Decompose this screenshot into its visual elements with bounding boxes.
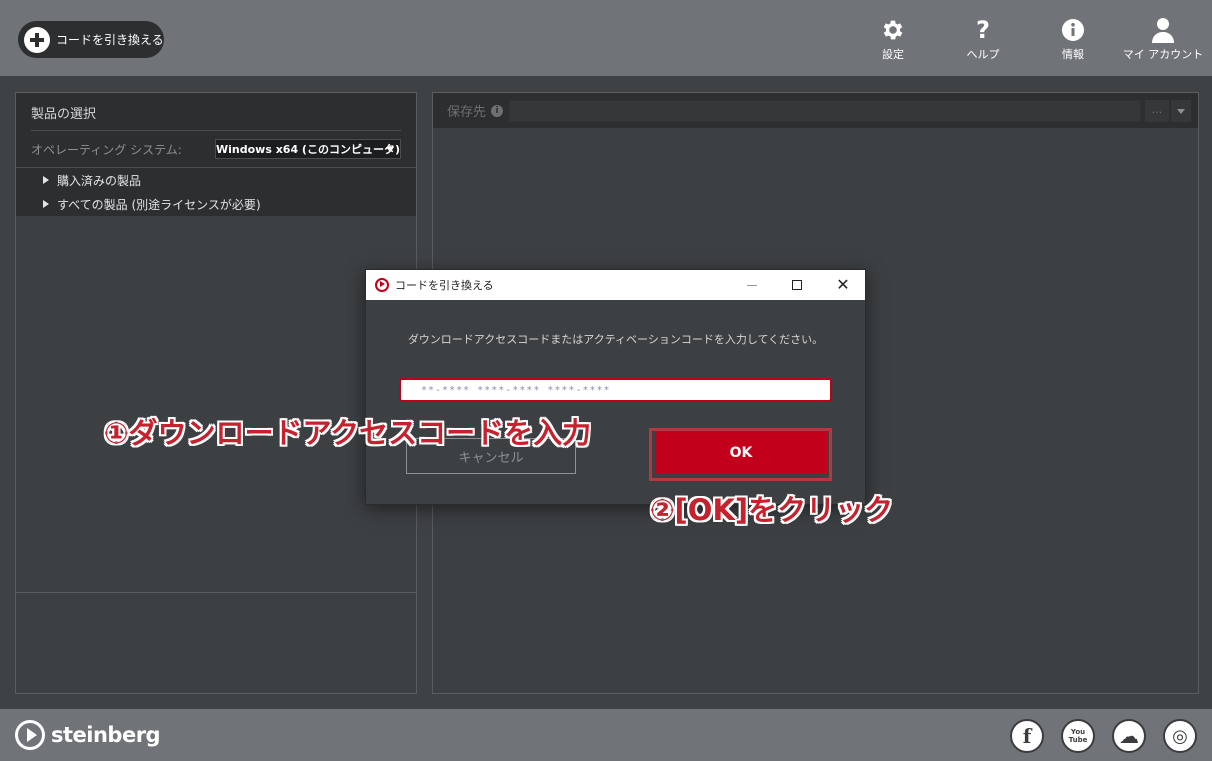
os-row: オペレーティング システム: Windows x64 (このコンピュータ) xyxy=(31,131,401,167)
tree-item-all-products[interactable]: すべての製品 (別途ライセンスが必要) xyxy=(43,192,416,216)
annotation-step2: ②[OK]をクリック xyxy=(650,493,894,527)
nav-settings[interactable]: 設定 xyxy=(848,16,938,62)
destination-label: 保存先 xyxy=(447,105,487,120)
maximize-button[interactable] xyxy=(775,270,819,300)
redeem-code-button[interactable]: コードを引き換える xyxy=(18,21,164,58)
os-label: オペレーティング システム: xyxy=(31,142,182,157)
steinberg-icon xyxy=(375,278,389,292)
plus-icon xyxy=(24,26,50,53)
product-selection-panel: 製品の選択 オペレーティング システム: Windows x64 (このコンピュ… xyxy=(15,92,417,694)
dialog-message: ダウンロードアクセスコードまたはアクティベーションコードを入力してください。 xyxy=(407,333,824,346)
question-icon: ? xyxy=(976,16,990,44)
user-icon xyxy=(1118,16,1208,44)
dialog-title: コードを引き換える xyxy=(395,279,494,292)
browse-button[interactable]: ... xyxy=(1145,99,1170,122)
expand-arrow-icon xyxy=(43,176,49,184)
soundcloud-icon[interactable]: ☁ xyxy=(1112,719,1146,753)
info-icon: i xyxy=(491,104,504,117)
os-select[interactable]: Windows x64 (このコンピュータ) xyxy=(214,139,401,159)
close-button[interactable]: ✕ xyxy=(821,270,865,300)
close-icon: ✕ xyxy=(836,275,850,294)
nav-info-label: 情報 xyxy=(1062,48,1084,61)
nav-account-label: マイ アカウント xyxy=(1122,48,1204,61)
access-code-input[interactable]: **-**** ****-**** ****-**** xyxy=(399,378,832,402)
nav-settings-label: 設定 xyxy=(882,48,904,61)
gear-icon xyxy=(848,16,938,44)
maximize-icon xyxy=(792,280,802,290)
panel-title: 製品の選択 xyxy=(31,103,401,131)
minimize-button[interactable] xyxy=(730,270,774,300)
instagram-icon[interactable]: ◎ xyxy=(1163,719,1197,753)
tree-item-label: すべての製品 (別途ライセンスが必要) xyxy=(57,197,261,212)
product-tree: 購入済みの製品 すべての製品 (別途ライセンスが必要) xyxy=(16,167,416,216)
destination-path-field[interactable] xyxy=(509,99,1142,122)
youtube-icon[interactable]: You Tube xyxy=(1061,719,1095,753)
panel-divider xyxy=(16,592,416,593)
ok-highlight-frame xyxy=(649,428,832,481)
nav-account[interactable]: マイ アカウント xyxy=(1118,16,1208,62)
info-icon xyxy=(1028,16,1118,44)
facebook-icon[interactable]: f xyxy=(1010,719,1044,753)
play-logo-icon xyxy=(15,720,45,750)
destination-header: 保存先 i ... xyxy=(433,93,1198,128)
expand-arrow-icon xyxy=(43,200,49,208)
minimize-icon xyxy=(747,284,757,286)
nav-help[interactable]: ? ヘルプ xyxy=(938,16,1028,62)
steinberg-logo: steinberg xyxy=(15,720,161,750)
footer: steinberg f You Tube ☁ ◎ xyxy=(0,709,1212,761)
nav-help-label: ヘルプ xyxy=(966,48,1000,61)
tree-item-label: 購入済みの製品 xyxy=(57,173,142,188)
tree-item-purchased[interactable]: 購入済みの製品 xyxy=(43,168,416,192)
nav-info[interactable]: 情報 xyxy=(1028,16,1118,62)
dialog-titlebar: コードを引き換える ✕ xyxy=(366,270,865,300)
destination-dropdown-button[interactable] xyxy=(1171,99,1192,122)
chevron-down-icon xyxy=(386,147,394,152)
brand-name: steinberg xyxy=(51,723,161,747)
annotation-step1: ①ダウンロードアクセスコードを入力 xyxy=(104,416,592,450)
redeem-code-label: コードを引き換える xyxy=(56,33,164,47)
os-value: Windows x64 (このコンピュータ) xyxy=(215,143,400,156)
top-bar: コードを引き換える 設定 ? ヘルプ 情報 マイ アカウント xyxy=(0,0,1212,76)
product-selection-header: 製品の選択 オペレーティング システム: Windows x64 (このコンピュ… xyxy=(16,93,416,216)
